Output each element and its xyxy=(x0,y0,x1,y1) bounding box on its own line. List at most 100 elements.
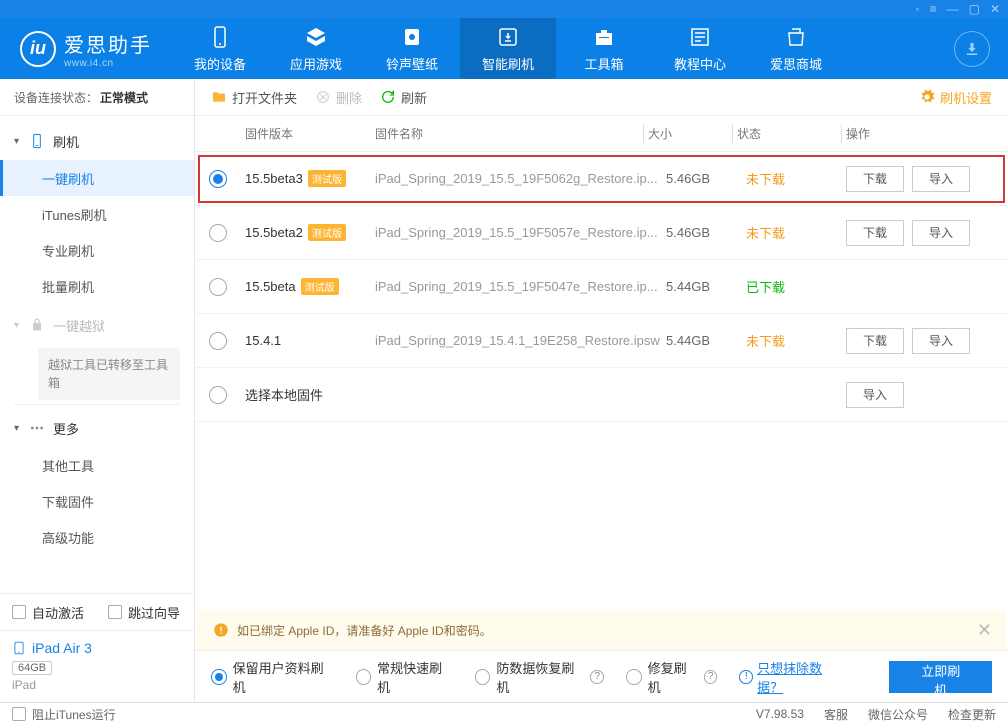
flash-mode-option[interactable]: 防数据恢复刷机? xyxy=(475,658,604,696)
nav-item[interactable]: 应用游戏 xyxy=(268,18,364,79)
sidebar-footer: 自动激活 跳过向导 iPad Air 3 64GB iPad xyxy=(0,593,194,702)
firmware-radio-local[interactable] xyxy=(209,386,227,404)
conn-value: 正常模式 xyxy=(100,89,148,106)
import-button[interactable]: 导入 xyxy=(846,382,904,408)
auto-activate-checkbox[interactable] xyxy=(12,605,26,619)
delete-button: 删除 xyxy=(315,88,362,107)
chevron-down-icon: ▾ xyxy=(14,320,19,331)
sidebar-item[interactable]: 下载固件 xyxy=(0,483,194,519)
jailbreak-note: 越狱工具已转移至工具箱 xyxy=(38,348,180,400)
help-icon[interactable]: ? xyxy=(704,670,718,684)
brand-name: 爱思助手 xyxy=(64,29,152,58)
flash-mode-option[interactable]: 常规快速刷机 xyxy=(356,658,453,696)
win-maximize[interactable]: ▢ xyxy=(969,2,980,16)
firmware-size: 5.44GB xyxy=(666,333,746,348)
mode-radio[interactable] xyxy=(356,669,372,685)
wechat-link[interactable]: 微信公众号 xyxy=(868,706,928,723)
firmware-radio[interactable] xyxy=(209,170,227,188)
nav-icon xyxy=(304,25,328,49)
local-firmware-row: 选择本地固件 导入 xyxy=(195,368,1008,422)
firmware-size: 5.46GB xyxy=(666,171,746,186)
refresh-icon xyxy=(380,89,396,105)
service-link[interactable]: 客服 xyxy=(824,706,848,723)
download-icon xyxy=(963,40,981,58)
logo[interactable]: iu 爱思助手 www.i4.cn xyxy=(0,29,172,69)
mode-radio[interactable] xyxy=(626,669,642,685)
table-header: 固件版本 固件名称 大小 状态 操作 xyxy=(195,116,1008,152)
beta-badge: 测试版 xyxy=(308,170,346,187)
firmware-status: 未下载 xyxy=(746,223,846,242)
mode-radio[interactable] xyxy=(211,669,227,685)
firmware-row: 15.5beta3测试版iPad_Spring_2019_15.5_19F506… xyxy=(195,152,1008,206)
brand-site: www.i4.cn xyxy=(64,58,152,69)
download-button[interactable]: 下载 xyxy=(846,220,904,246)
nav-icon xyxy=(592,25,616,49)
refresh-button[interactable]: 刷新 xyxy=(380,88,427,107)
firmware-name: iPad_Spring_2019_15.5_19F5047e_Restore.i… xyxy=(375,279,666,294)
mode-label: 保留用户资料刷机 xyxy=(233,658,334,696)
sidebar-item[interactable]: iTunes刷机 xyxy=(0,196,194,232)
flash-mode-option[interactable]: 保留用户资料刷机 xyxy=(211,658,334,696)
import-button[interactable]: 导入 xyxy=(912,220,970,246)
firmware-status: 未下载 xyxy=(746,169,846,188)
folder-icon xyxy=(211,89,227,105)
firmware-radio[interactable] xyxy=(209,332,227,350)
win-minimize[interactable]: — xyxy=(947,2,959,16)
firmware-radio[interactable] xyxy=(209,224,227,242)
sidebar-item[interactable]: 其他工具 xyxy=(0,447,194,483)
sidebar-group-more[interactable]: ▾ 更多 xyxy=(0,409,194,447)
nav-item[interactable]: 工具箱 xyxy=(556,18,652,79)
device-type: iPad xyxy=(12,678,182,692)
beta-badge: 测试版 xyxy=(301,278,339,295)
mode-radio[interactable] xyxy=(475,669,491,685)
download-button[interactable]: 下载 xyxy=(846,328,904,354)
nav-item[interactable]: 爱思商城 xyxy=(748,18,844,79)
sidebar-item[interactable]: 高级功能 xyxy=(0,519,194,555)
open-folder-button[interactable]: 打开文件夹 xyxy=(211,88,297,107)
nav-item[interactable]: 智能刷机 xyxy=(460,18,556,79)
nav-icon xyxy=(496,25,520,49)
help-icon[interactable]: ? xyxy=(590,670,604,684)
firmware-radio[interactable] xyxy=(209,278,227,296)
col-status: 状态 xyxy=(737,125,837,142)
flash-settings-button[interactable]: 刷机设置 xyxy=(919,88,992,107)
firmware-name: iPad_Spring_2019_15.4.1_19E258_Restore.i… xyxy=(375,333,666,348)
block-itunes-checkbox[interactable] xyxy=(12,707,26,721)
flash-now-button[interactable]: 立即刷机 xyxy=(889,661,992,693)
flash-mode-option[interactable]: 修复刷机? xyxy=(626,658,717,696)
sidebar-group-flash[interactable]: ▾ 刷机 xyxy=(0,122,194,160)
firmware-size: 5.46GB xyxy=(666,225,746,240)
main-panel: 打开文件夹 删除 刷新 刷机设置 固件版本 固件名称 大小 状态 xyxy=(195,79,1008,702)
nav-item[interactable]: 教程中心 xyxy=(652,18,748,79)
nav-item[interactable]: 铃声壁纸 xyxy=(364,18,460,79)
skip-guide-checkbox[interactable] xyxy=(108,605,122,619)
win-btn[interactable]: ≡ xyxy=(930,2,937,16)
nav-item[interactable]: 我的设备 xyxy=(172,18,268,79)
sidebar-item[interactable]: 批量刷机 xyxy=(0,268,194,304)
col-name: 固件名称 xyxy=(375,125,639,142)
divider xyxy=(14,404,180,405)
download-button[interactable]: 下载 xyxy=(846,166,904,192)
erase-data-link[interactable]: 只想抹除数据？ xyxy=(757,658,845,696)
win-close[interactable]: ✕ xyxy=(990,2,1000,16)
update-link[interactable]: 检查更新 xyxy=(948,706,996,723)
info-icon[interactable]: ! xyxy=(739,670,753,684)
close-icon[interactable]: ✕ xyxy=(977,620,992,641)
sidebar-group-label: 一键越狱 xyxy=(53,316,105,335)
win-btn[interactable]: ◦ xyxy=(915,2,919,16)
local-firmware-label: 选择本地固件 xyxy=(245,385,846,404)
sidebar-item[interactable]: 专业刷机 xyxy=(0,232,194,268)
sidebar-item[interactable]: 一键刷机 xyxy=(0,160,194,196)
sidebar-group-label: 更多 xyxy=(53,419,79,438)
nav-label: 爱思商城 xyxy=(770,54,822,73)
skip-guide-label: 跳过向导 xyxy=(128,603,180,622)
firmware-version: 15.5beta2测试版 xyxy=(245,224,375,241)
import-button[interactable]: 导入 xyxy=(912,328,970,354)
col-action: 操作 xyxy=(846,125,994,142)
warning-banner: 如已绑定 Apple ID，请准备好 Apple ID和密码。 ✕ xyxy=(197,610,1006,650)
device-info[interactable]: iPad Air 3 64GB iPad xyxy=(0,630,194,702)
more-icon xyxy=(29,420,45,436)
import-button[interactable]: 导入 xyxy=(912,166,970,192)
download-manager-button[interactable] xyxy=(954,31,990,67)
version-label: V7.98.53 xyxy=(756,707,804,721)
